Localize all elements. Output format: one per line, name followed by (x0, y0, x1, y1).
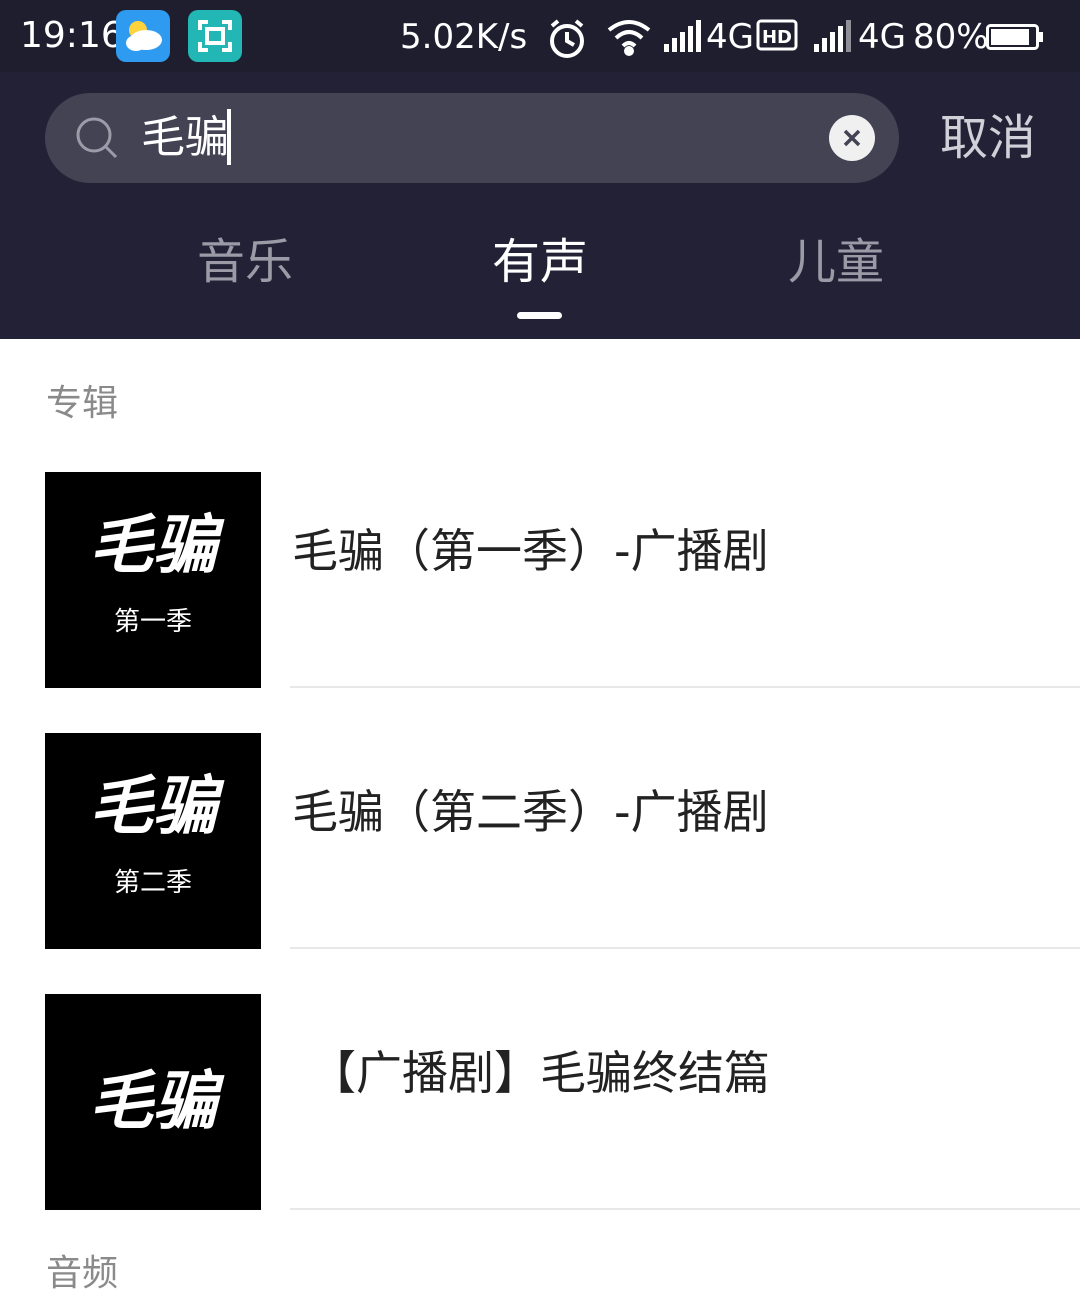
album-title: 毛骗（第二季）-广播剧 (292, 785, 769, 839)
wifi-icon (607, 20, 651, 56)
cancel-button[interactable]: 取消 (940, 108, 1036, 168)
album-title: 毛骗（第一季）-广播剧 (292, 524, 769, 578)
tab-children[interactable]: 儿童 (736, 232, 936, 292)
cover-subtitle: 第二季 (113, 868, 192, 898)
album-cover: 毛骗 第一季 (45, 472, 261, 688)
battery-icon (986, 24, 1043, 50)
text-caret (227, 109, 231, 165)
signal-icon-1 (664, 20, 701, 52)
tab-music[interactable]: 音乐 (145, 232, 345, 292)
search-input[interactable]: 毛骗 (141, 111, 229, 165)
status-time: 19:16 (20, 15, 124, 56)
network-type-2: 4G (858, 17, 906, 57)
audio-section-title: 音频 (46, 1253, 119, 1294)
alarm-icon (550, 19, 584, 58)
search-bar[interactable]: 毛骗 (45, 93, 899, 183)
weather-app-icon (116, 10, 170, 62)
scan-app-icon (188, 10, 242, 62)
album-item-2[interactable]: 毛骗 第二季 毛骗（第二季）-广播剧 (0, 733, 1080, 994)
svg-text:HD: HD (762, 27, 792, 48)
album-cover: 毛骗 (45, 994, 261, 1210)
clear-search-button[interactable] (829, 115, 875, 161)
divider (290, 1208, 1080, 1210)
close-icon (843, 129, 861, 147)
divider (290, 686, 1080, 688)
search-icon (76, 117, 118, 159)
network-speed: 5.02K/s (400, 17, 528, 57)
cover-title: 毛骗 (89, 1064, 217, 1139)
album-cover: 毛骗 第二季 (45, 733, 261, 949)
albums-section-title: 专辑 (46, 383, 119, 424)
network-type-1: 4G (706, 17, 754, 57)
search-header: 毛骗 取消 音乐 有声 儿童 (0, 72, 1080, 339)
hd-icon: HD (756, 19, 798, 51)
active-tab-indicator (517, 312, 562, 319)
signal-icon-2 (814, 20, 851, 52)
cover-title: 毛骗 (89, 508, 217, 583)
status-bar: 19:16 5.02K/s 4G HD 4G 80% (0, 0, 1080, 72)
tab-audio-books[interactable]: 有声 (440, 232, 640, 292)
cover-title: 毛骗 (89, 769, 217, 844)
divider (290, 947, 1080, 949)
cover-subtitle: 第一季 (113, 607, 192, 637)
album-title: 【广播剧】毛骗终结篇 (310, 1046, 770, 1100)
battery-percent: 80% (913, 17, 989, 57)
album-item-3[interactable]: 毛骗 【广播剧】毛骗终结篇 (0, 994, 1080, 1255)
album-item-1[interactable]: 毛骗 第一季 毛骗（第一季）-广播剧 (0, 472, 1080, 733)
